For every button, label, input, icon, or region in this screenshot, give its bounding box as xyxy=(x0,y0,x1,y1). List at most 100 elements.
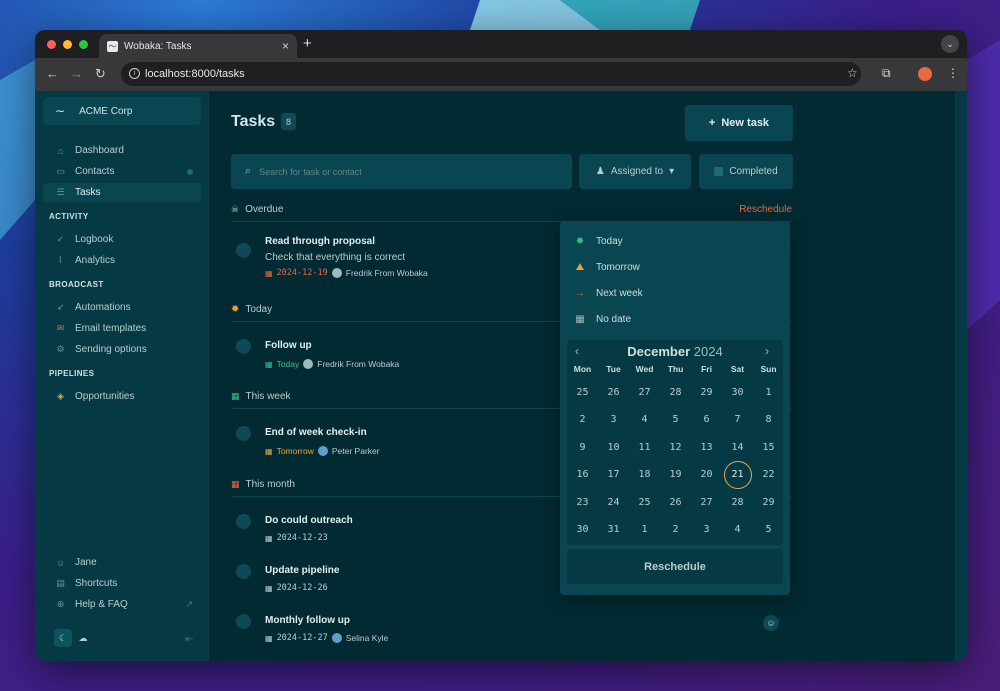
new-task-button[interactable]: + New task xyxy=(685,105,793,141)
browser-menu-icon[interactable]: ⋮ xyxy=(947,66,959,80)
calendar-day[interactable]: 28 xyxy=(724,488,752,516)
browser-tab[interactable]: 〜 Wobaka: Tasks × xyxy=(99,34,297,58)
sidebar-item-user[interactable]: ☺ Jane xyxy=(43,553,201,572)
url-field[interactable]: i localhost:8000/tasks xyxy=(121,62,861,86)
calendar-day[interactable]: 3 xyxy=(600,406,628,434)
sidebar-item-automations[interactable]: ➶ Automations xyxy=(43,298,201,317)
sidebar-item-logbook[interactable]: ✓ Logbook xyxy=(43,230,201,249)
complete-task-checkbox[interactable] xyxy=(236,426,251,441)
reschedule-link[interactable]: Reschedule xyxy=(739,204,792,215)
calendar-day[interactable]: 15 xyxy=(755,433,783,461)
calendar-day[interactable]: 6 xyxy=(693,406,721,434)
calendar-day[interactable]: 7 xyxy=(724,406,752,434)
org-switcher[interactable]: ∼ ACME Corp xyxy=(43,97,201,125)
calendar-day[interactable]: 29 xyxy=(693,378,721,406)
complete-task-checkbox[interactable] xyxy=(236,339,251,354)
calendar-day[interactable]: 5 xyxy=(662,406,690,434)
task-title: End of week check-in xyxy=(265,427,367,438)
reschedule-button[interactable]: Reschedule xyxy=(567,549,783,584)
task-count-badge: 8 xyxy=(281,113,296,130)
calendar-day[interactable]: 16 xyxy=(569,461,597,489)
calendar-day[interactable]: 30 xyxy=(724,378,752,406)
site-info-icon[interactable]: i xyxy=(129,68,140,79)
sidebar-item-analytics[interactable]: ⌇ Analytics xyxy=(43,251,201,270)
complete-task-checkbox[interactable] xyxy=(236,614,251,629)
calendar-day[interactable]: 9 xyxy=(569,433,597,461)
assignee-avatar-icon[interactable]: ☺ xyxy=(763,615,779,631)
calendar-day[interactable]: 25 xyxy=(631,488,659,516)
calendar-day[interactable]: 23 xyxy=(569,488,597,516)
sidebar-item-opportunities[interactable]: ◈ Opportunities xyxy=(43,387,201,406)
sidebar-item-tasks[interactable]: ☰ Tasks xyxy=(43,183,201,202)
calendar-day[interactable]: 8 xyxy=(755,406,783,434)
reload-icon[interactable]: ↻ xyxy=(95,66,106,82)
calendar-day[interactable]: 1 xyxy=(755,378,783,406)
calendar-day[interactable]: 29 xyxy=(755,488,783,516)
calendar-day[interactable]: 20 xyxy=(693,461,721,489)
sidebar-item-email-templates[interactable]: ✉ Email templates xyxy=(43,319,201,338)
sidebar-item-help[interactable]: ⊕ Help & FAQ ↗ xyxy=(43,595,201,614)
next-month-icon[interactable]: › xyxy=(765,344,769,358)
scrollbar[interactable] xyxy=(955,91,967,661)
close-window-button[interactable] xyxy=(47,40,56,49)
calendar-day[interactable]: 18 xyxy=(631,461,659,489)
quick-option-today[interactable]: ✹ Today xyxy=(574,233,623,249)
calendar-day[interactable]: 3 xyxy=(693,516,721,544)
maximize-window-button[interactable] xyxy=(79,40,88,49)
sidebar-item-sending-options[interactable]: ⚙ Sending options xyxy=(43,340,201,359)
calendar-day[interactable]: 24 xyxy=(600,488,628,516)
tab-close-icon[interactable]: × xyxy=(282,39,289,53)
extensions-icon[interactable]: ⧉ xyxy=(882,66,891,81)
calendar-day[interactable]: 19 xyxy=(662,461,690,489)
calendar-day[interactable]: 30 xyxy=(569,516,597,544)
calendar-day[interactable]: 27 xyxy=(693,488,721,516)
sidebar-item-contacts[interactable]: ▭ Contacts xyxy=(43,162,201,181)
tab-search-icon[interactable]: ⌄ xyxy=(941,35,959,53)
back-icon[interactable]: ← xyxy=(46,66,59,81)
window-controls xyxy=(47,40,88,49)
calendar-year: 2024 xyxy=(693,344,723,359)
calendar-day[interactable]: 10 xyxy=(600,433,628,461)
profile-avatar-icon[interactable] xyxy=(918,67,932,81)
assigned-to-filter[interactable]: ♟ Assigned to ▾ xyxy=(579,154,691,189)
task-date: 2024-12-23 xyxy=(276,533,328,543)
calendar-day[interactable]: 12 xyxy=(662,433,690,461)
sidebar-item-dashboard[interactable]: ⌂ Dashboard xyxy=(43,141,201,160)
calendar-icon: ▦ xyxy=(265,533,273,543)
complete-task-checkbox[interactable] xyxy=(236,514,251,529)
bookmark-star-icon[interactable]: ☆ xyxy=(847,66,858,80)
dark-mode-icon[interactable]: ☾ xyxy=(54,629,72,647)
calendar-day[interactable]: 27 xyxy=(631,378,659,406)
calendar-day[interactable]: 4 xyxy=(631,406,659,434)
light-mode-icon[interactable]: ☁ xyxy=(74,629,92,647)
calendar-day[interactable]: 26 xyxy=(662,488,690,516)
task-row[interactable]: Monthly follow up ▦ 2024-12-27 Selina Ky… xyxy=(231,613,792,649)
calendar-day[interactable]: 17 xyxy=(600,461,628,489)
quick-option-no-date[interactable]: ▦ No date xyxy=(574,311,631,327)
collapse-sidebar-icon[interactable]: ⇤ xyxy=(185,634,193,645)
forward-icon[interactable]: → xyxy=(70,66,83,81)
quick-option-tomorrow[interactable]: ⛰ Tomorrow xyxy=(574,259,640,275)
complete-task-checkbox[interactable] xyxy=(236,243,251,258)
minimize-window-button[interactable] xyxy=(63,40,72,49)
calendar-day[interactable]: 14 xyxy=(724,433,752,461)
search-input[interactable] xyxy=(259,166,540,177)
new-tab-icon[interactable]: + xyxy=(303,35,312,52)
calendar-day[interactable]: 26 xyxy=(600,378,628,406)
sidebar-item-shortcuts[interactable]: ▤ Shortcuts xyxy=(43,574,201,593)
calendar-day[interactable]: 11 xyxy=(631,433,659,461)
complete-task-checkbox[interactable] xyxy=(236,564,251,579)
calendar-day[interactable]: 13 xyxy=(693,433,721,461)
completed-filter[interactable]: Completed xyxy=(699,154,793,189)
calendar-day[interactable]: 2 xyxy=(569,406,597,434)
calendar-day[interactable]: 1 xyxy=(631,516,659,544)
calendar-day[interactable]: 2 xyxy=(662,516,690,544)
calendar-day[interactable]: 28 xyxy=(662,378,690,406)
calendar-day[interactable]: 31 xyxy=(600,516,628,544)
calendar-day[interactable]: 22 xyxy=(755,461,783,489)
quick-option-next-week[interactable]: → Next week xyxy=(574,285,643,301)
calendar-day[interactable]: 25 xyxy=(569,378,597,406)
calendar-day[interactable]: 4 xyxy=(724,516,752,544)
calendar-day[interactable]: 5 xyxy=(755,516,783,544)
calendar-day-selected[interactable]: 21 xyxy=(723,460,752,489)
